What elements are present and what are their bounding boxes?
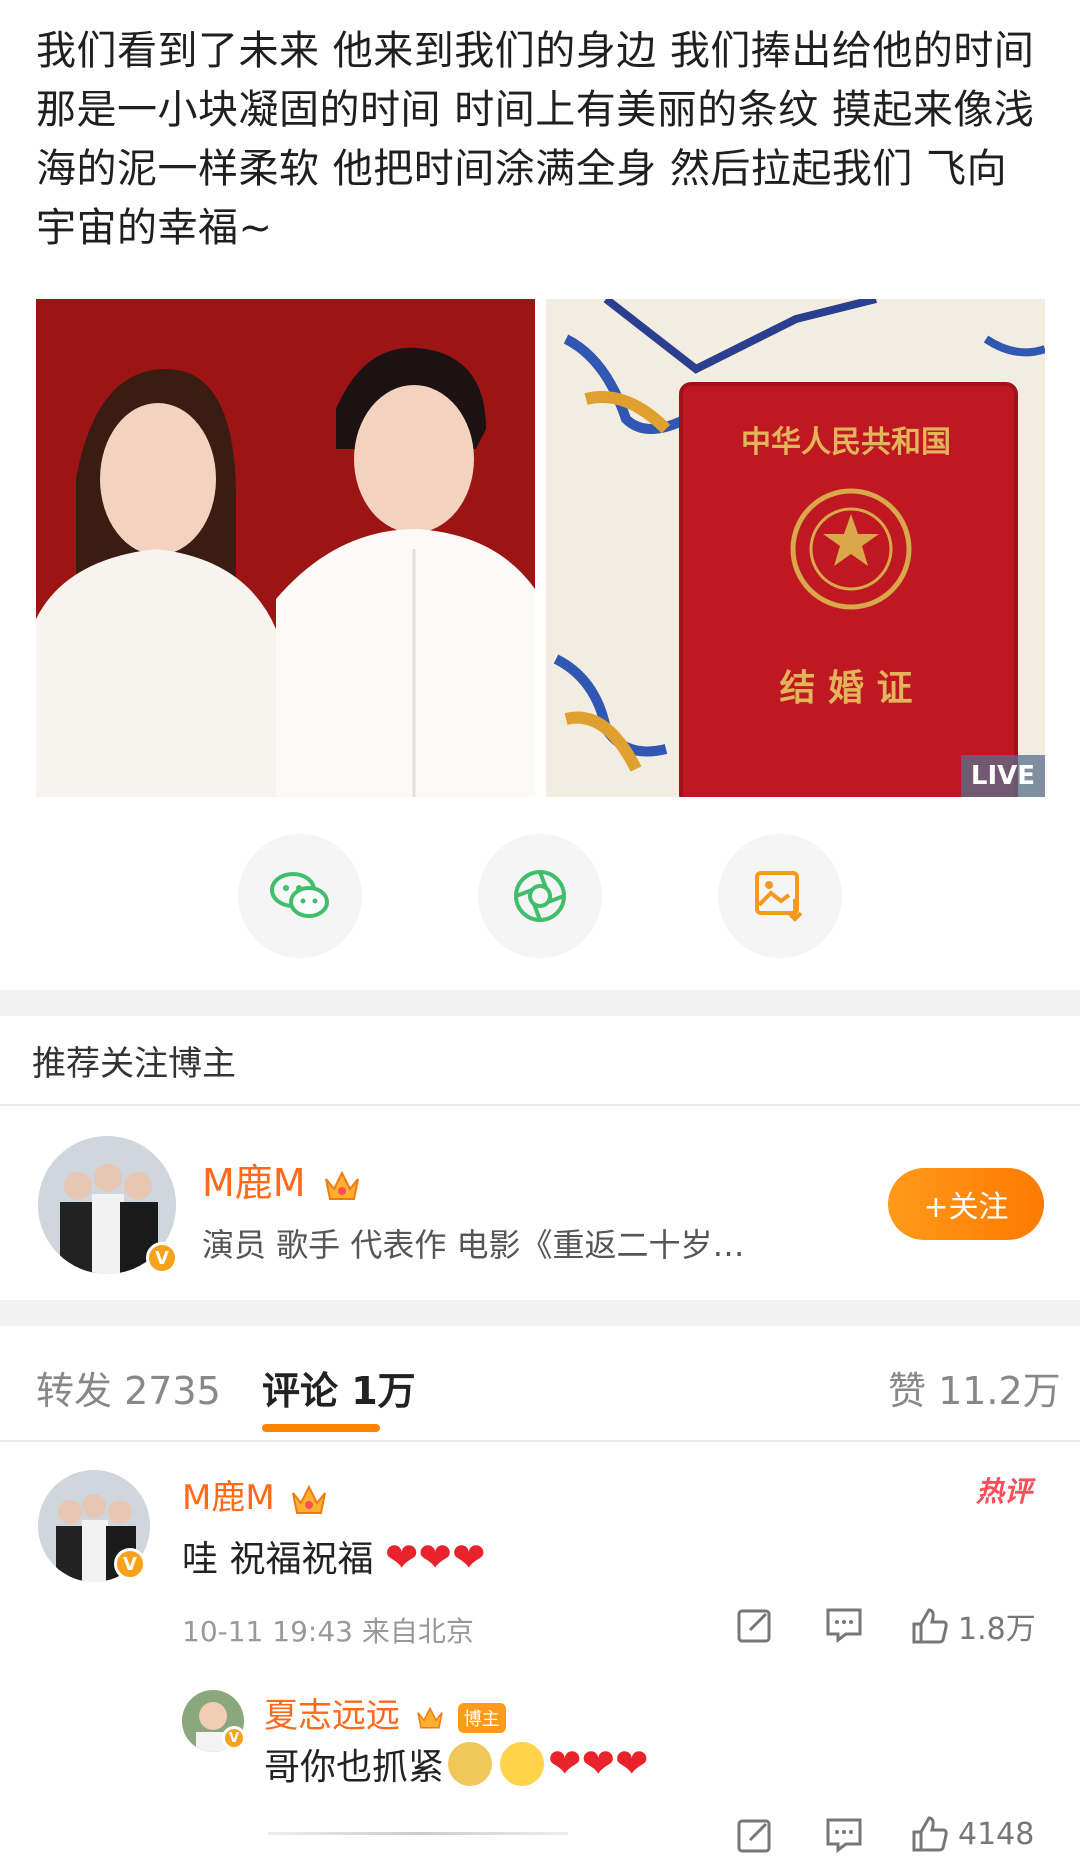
thumbs-up-icon (912, 1608, 948, 1644)
certificate-title: 中华人民共和国 (741, 425, 951, 460)
tab-like[interactable]: 赞 11.2万 (888, 1360, 1061, 1415)
like-button[interactable]: 1.8万 (910, 1604, 1036, 1648)
share-wechat-button[interactable] (238, 834, 362, 958)
recommend-name[interactable]: M鹿M (202, 1152, 362, 1207)
reply-author[interactable]: 夏志远远 博主 (264, 1688, 506, 1737)
save-image-icon (755, 871, 803, 922)
comment-meta: 10-11 19:43 来自北京 (182, 1615, 474, 1648)
reply-comment-button[interactable] (824, 1816, 864, 1854)
share-moments-button[interactable] (478, 834, 602, 958)
comment-author-text: M鹿M (182, 1478, 275, 1518)
comment-icon (826, 1608, 862, 1643)
verified-icon: V (222, 1726, 246, 1750)
tab-repost[interactable]: 转发 2735 (36, 1360, 221, 1415)
crown-icon (417, 1706, 443, 1728)
reply-author-text: 夏志远远 (264, 1696, 400, 1736)
like-count: 4148 (958, 1816, 1035, 1852)
thumbs-up-icon (912, 1816, 948, 1852)
recommend-desc: 演员 歌手 代表作 电影《重返二十岁… (202, 1226, 745, 1264)
tab-comment[interactable]: 评论 1万 (262, 1360, 416, 1415)
comment-text: 哇 祝福祝福 ❤❤❤ (182, 1530, 485, 1582)
repost-icon (737, 1609, 771, 1643)
section-divider (0, 1300, 1080, 1326)
save-image-button[interactable] (718, 834, 842, 958)
repost-button[interactable] (736, 1606, 774, 1644)
certificate-label: 结 婚 证 (779, 668, 913, 709)
follow-button[interactable]: +关注 (888, 1168, 1044, 1240)
reply-button[interactable] (824, 1606, 864, 1644)
faded-meta-line (268, 1832, 568, 1835)
marriage-certificate-photo[interactable]: 中华人民共和国 结 婚 证 LIVE (546, 299, 1045, 797)
reply-repost-button[interactable] (736, 1816, 774, 1854)
recommend-name-text: M鹿M (202, 1161, 306, 1205)
like-count: 1.8万 (958, 1612, 1036, 1647)
recommend-header: 推荐关注博主 (32, 1044, 236, 1084)
live-badge: LIVE (960, 755, 1045, 797)
heart-emoji: ❤❤❤ (384, 1535, 486, 1581)
repost-icon (737, 1819, 771, 1853)
blogger-tag: 博主 (457, 1702, 506, 1733)
divider (0, 1440, 1080, 1442)
photo-grid: 中华人民共和国 结 婚 证 LIVE (36, 299, 1045, 797)
comment-author[interactable]: M鹿M (182, 1470, 329, 1519)
post-text: 我们看到了未来 他来到我们的身边 我们捧出给他的时间 那是一小块凝固的时间 时间… (36, 28, 1035, 251)
verified-icon: V (146, 1242, 178, 1274)
reply-like-button[interactable]: 4148 (910, 1814, 1034, 1854)
divider (0, 1104, 1080, 1106)
wedding-photo[interactable] (36, 299, 535, 797)
comment-text-body: 哇 祝福祝福 (182, 1539, 374, 1580)
tabs: 转发 2735 评论 1万 赞 11.2万 (0, 1360, 1080, 1440)
section-divider (0, 990, 1080, 1016)
doge-emoji-icon (448, 1742, 493, 1786)
verified-icon: V (114, 1548, 146, 1580)
reply-text-body: 哥你也抓紧 (264, 1747, 445, 1788)
wechat-icon (270, 872, 329, 918)
crown-icon (324, 1170, 359, 1200)
laugh-cry-emoji-icon (500, 1742, 545, 1786)
share-row (0, 834, 1080, 958)
tab-active-indicator (262, 1424, 380, 1432)
reply-text: 哥你也抓紧 ❤❤❤ (264, 1738, 649, 1790)
moments-icon (514, 870, 566, 922)
comment-icon (826, 1818, 862, 1853)
heart-emoji: ❤❤❤ (548, 1741, 649, 1787)
crown-icon (292, 1484, 327, 1514)
hot-comment-badge: 热评 (976, 1475, 1033, 1508)
